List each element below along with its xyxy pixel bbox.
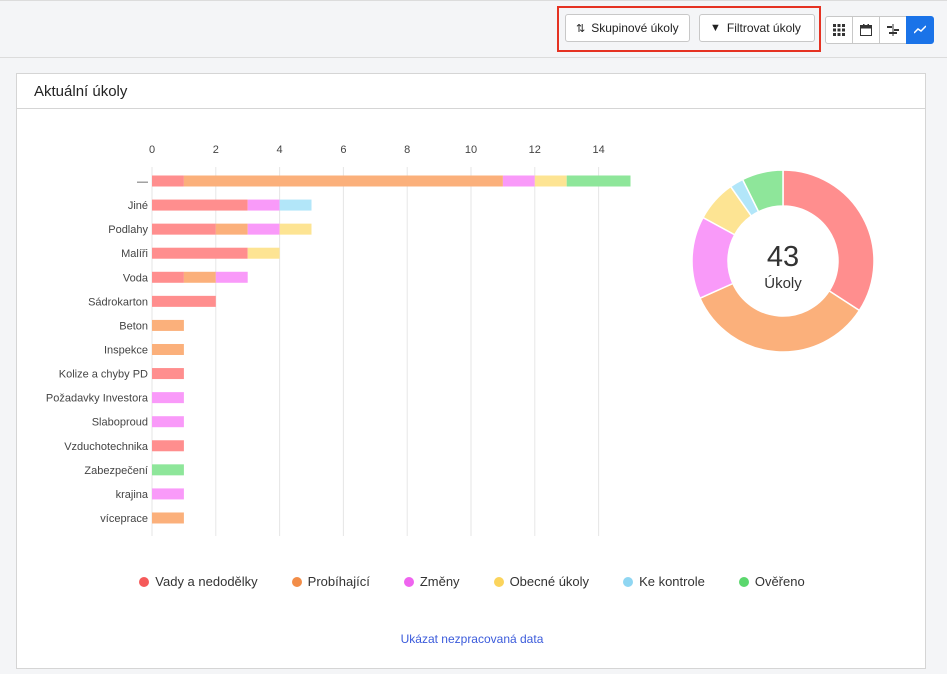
filter-icon: ▼: [710, 22, 721, 34]
legend-item[interactable]: Ke kontrole: [623, 574, 705, 589]
y-category-label: Malíři: [121, 248, 148, 260]
legend-item[interactable]: Změny: [403, 574, 460, 589]
legend-dot-icon: [291, 576, 302, 587]
bar-segment: [183, 271, 216, 283]
x-tick-label: 14: [592, 144, 604, 156]
bar-segment: [152, 343, 184, 355]
card-title: Aktuální úkoly: [17, 74, 925, 109]
grid-icon: [833, 24, 845, 36]
x-tick-label: 0: [149, 144, 155, 156]
filter-tasks-label: Filtrovat úkoly: [726, 21, 801, 35]
gantt-icon: [887, 24, 899, 36]
bar-segment: [152, 488, 184, 500]
legend-dot-icon: [403, 576, 414, 587]
bar-segment: [152, 247, 248, 259]
y-category-label: Sádrokarton: [88, 296, 148, 308]
toolbar: ⇅ Skupinové úkoly ▼ Filtrovat úkoly: [0, 1, 947, 58]
donut-center-value: 43: [767, 241, 799, 273]
bar-segment: [183, 175, 503, 187]
y-category-label: krajina: [116, 489, 149, 501]
y-category-label: Voda: [123, 272, 149, 284]
y-category-label: Slaboproud: [92, 417, 148, 429]
x-tick-label: 2: [213, 144, 219, 156]
bar-segment: [247, 223, 280, 235]
bar-segment: [152, 416, 184, 428]
calendar-view-button[interactable]: [852, 16, 880, 44]
bar-segment: [215, 223, 248, 235]
legend-label: Ověřeno: [754, 574, 805, 589]
bar-segment: [152, 175, 184, 187]
x-tick-label: 12: [529, 144, 541, 156]
legend-item[interactable]: Probíhající: [291, 574, 370, 589]
chart-area: 0 2 4 6 8 10 12 14 — Jiné Podlahy Malíři Voda Sádroka…: [46, 144, 875, 536]
donut-center-label: Úkoly: [764, 275, 802, 292]
legend-item[interactable]: Obecné úkoly: [493, 574, 590, 589]
bar-segment: [279, 199, 312, 211]
calendar-icon: [860, 24, 872, 36]
bar-segment: [152, 223, 216, 235]
y-category-label: Kolize a chyby PD: [59, 369, 148, 381]
y-category-label: Jiné: [128, 200, 148, 212]
bar-segment: [502, 175, 535, 187]
bar-segment: [152, 295, 216, 307]
bar-segment: [152, 319, 184, 331]
bar-segment: [152, 271, 184, 283]
x-tick-label: 10: [465, 144, 477, 156]
legend-label: Vady a nedodělky: [155, 574, 258, 589]
chart-view-button[interactable]: [906, 16, 934, 44]
bar-segment: [566, 175, 631, 187]
legend-item[interactable]: Vady a nedodělky: [139, 574, 258, 589]
legend-label: Ke kontrole: [639, 574, 705, 589]
current-tasks-card: Aktuální úkoly 0 2 4 6 8 10 12 14 — Jiné Podlahy Ma…: [16, 73, 926, 669]
chart-icon: [914, 25, 926, 34]
bar-segment: [152, 512, 184, 524]
group-tasks-button[interactable]: ⇅ Skupinové úkoly: [565, 14, 690, 42]
bar-segment: [152, 440, 184, 452]
legend-label: Probíhající: [307, 574, 370, 589]
grid-view-button[interactable]: [825, 16, 853, 44]
chart-legend: Vady a nedodělky Probíhající Změny Obecné ú…: [17, 574, 927, 589]
legend-label: Obecné úkoly: [509, 574, 590, 589]
group-tasks-label: Skupinové úkoly: [591, 21, 679, 35]
bar-segment: [152, 464, 184, 476]
y-category-label: Inspekce: [104, 344, 148, 356]
y-category-label: víceprace: [100, 513, 148, 525]
y-category-label: Zabezpečení: [84, 465, 148, 477]
sort-icon: ⇅: [576, 22, 586, 35]
legend-dot-icon: [493, 576, 504, 587]
gantt-view-button[interactable]: [879, 16, 907, 44]
y-category-label: Beton: [119, 320, 148, 332]
bar-segment: [215, 271, 248, 283]
legend-item[interactable]: Ověřeno: [738, 574, 805, 589]
y-category-label: —: [137, 176, 148, 188]
view-switcher: [825, 16, 934, 44]
y-category-label: Požadavky Investora: [46, 393, 149, 405]
y-category-label: Vzduchotechnika: [64, 441, 149, 453]
bar-segment: [247, 199, 280, 211]
bar-segment: [534, 175, 567, 187]
legend-dot-icon: [623, 576, 634, 587]
legend-dot-icon: [139, 576, 150, 587]
x-tick-label: 8: [404, 144, 410, 156]
bar-segment: [279, 223, 312, 235]
legend-label: Změny: [419, 574, 460, 589]
x-tick-label: 4: [277, 144, 283, 156]
x-tick-label: 6: [340, 144, 346, 156]
show-raw-data-link[interactable]: Ukázat nezpracovaná data: [17, 632, 927, 646]
legend-dot-icon: [738, 576, 749, 587]
y-category-label: Podlahy: [108, 224, 148, 236]
bar-segment: [247, 247, 280, 259]
filter-tasks-button[interactable]: ▼ Filtrovat úkoly: [699, 14, 815, 42]
bar-segment: [152, 199, 248, 211]
bar-segment: [152, 392, 184, 404]
bar-segment: [152, 368, 184, 380]
